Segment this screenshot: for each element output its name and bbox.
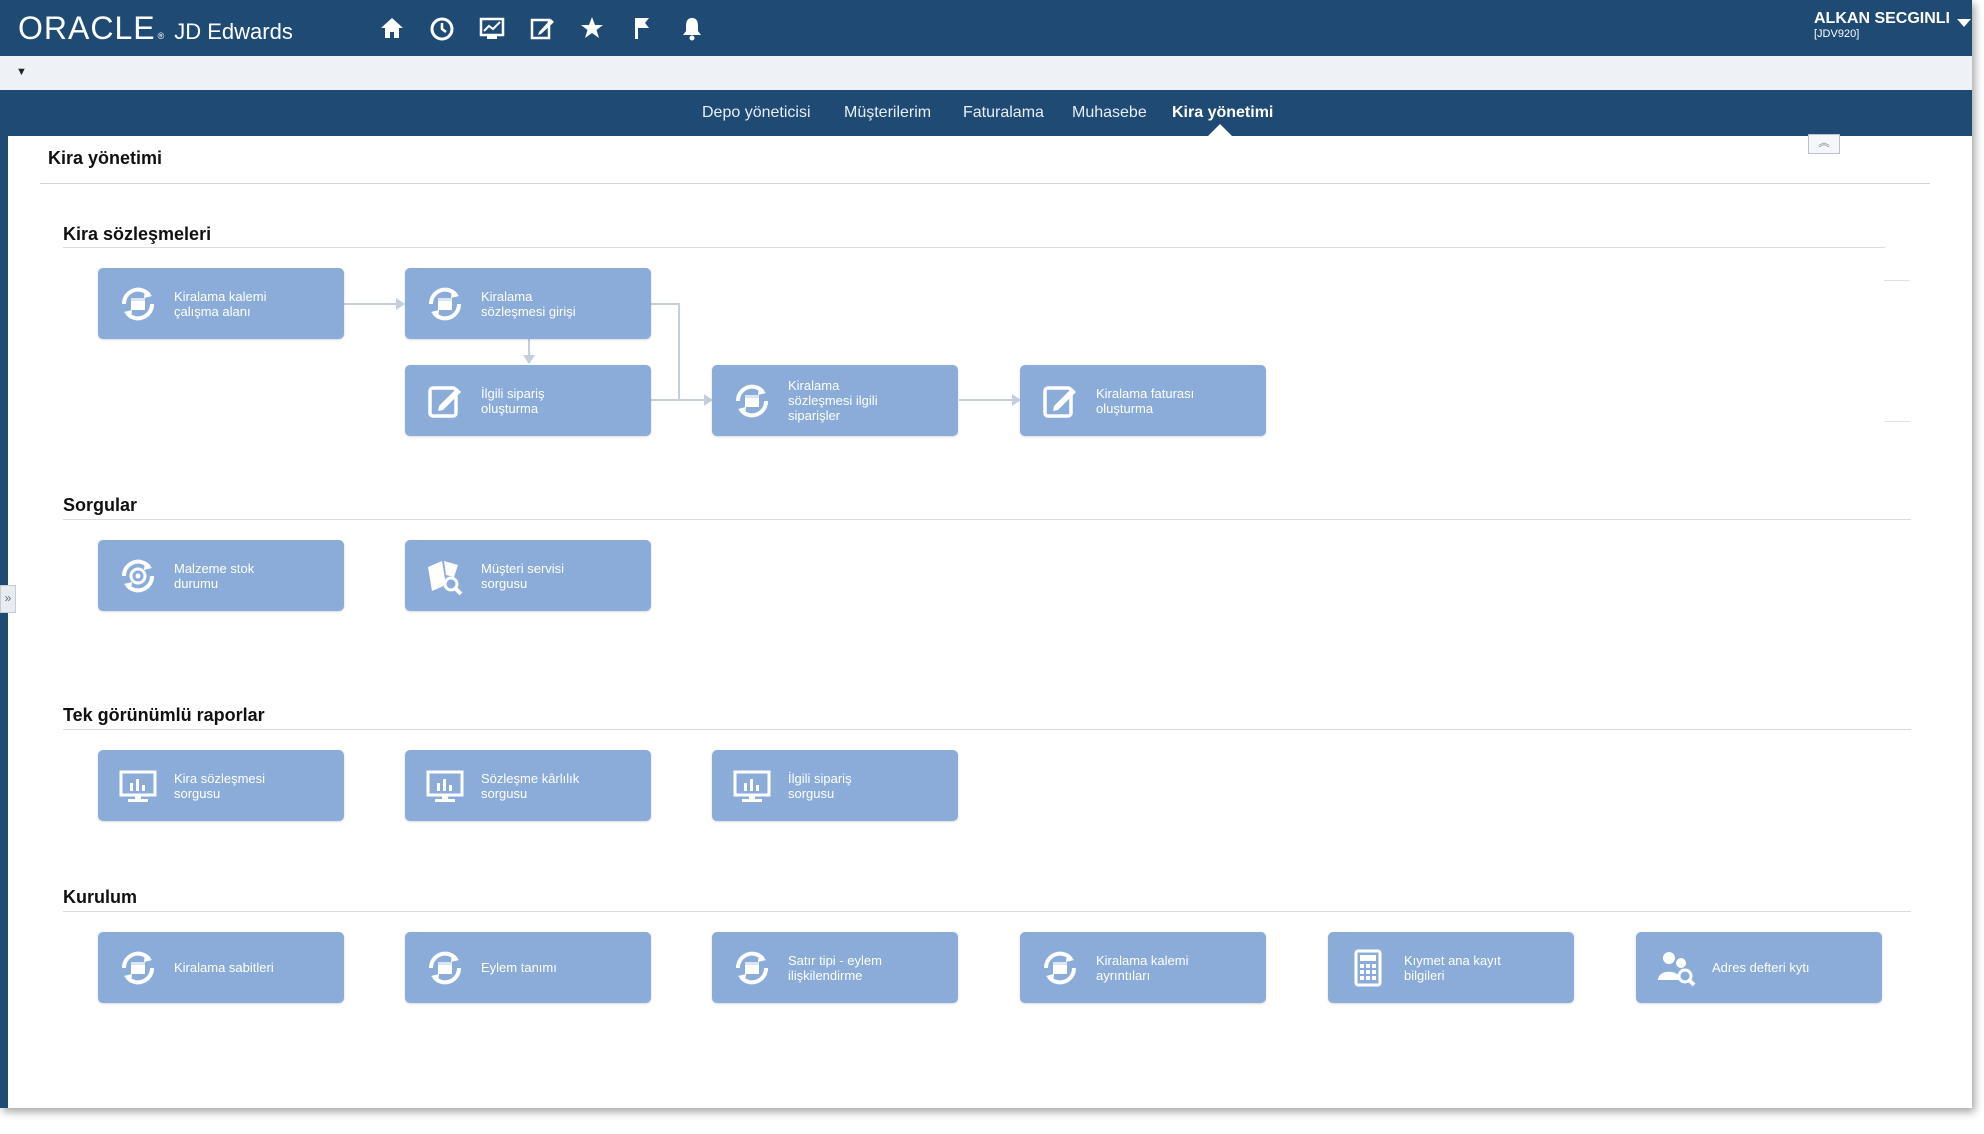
divider-tick [1884, 421, 1910, 422]
sub-toolbar: ▼ [0, 56, 1972, 91]
home-icon[interactable] [378, 14, 406, 42]
expand-panel-handle[interactable]: » [0, 585, 16, 613]
tile-label: Malzeme stok durumu [174, 560, 255, 591]
bell-icon[interactable] [678, 14, 706, 42]
refresh-calendar-icon [1038, 946, 1082, 990]
chevron-down-icon [1957, 19, 1971, 27]
flow-connector [678, 303, 680, 400]
springboard-tabs: Depo yöneticisi Müşterilerim Faturalama … [0, 90, 1972, 136]
flow-arrow [396, 298, 405, 310]
user-menu[interactable]: ALKAN SECGINLI [JDV920] [1814, 10, 1971, 40]
tile-label: İlgili sipariş sorgusu [788, 770, 852, 801]
tab-muhasebe[interactable]: Muhasebe [1072, 104, 1147, 122]
refresh-calendar-icon [730, 946, 774, 990]
stock-target-icon [116, 554, 160, 598]
refresh-calendar-icon [730, 379, 774, 423]
app-window: ORACLE ® JD Edwards ALKAN SECGINLI [JDV9… [0, 0, 1972, 1108]
title-divider [40, 183, 1930, 184]
monitor-chart-icon [423, 764, 467, 808]
monitor-chart-icon [730, 764, 774, 808]
divider-tick [1884, 280, 1910, 281]
tile-kira-sozlesmesi-sorgusu[interactable]: Kira sözleşmesi sorgusu [98, 750, 344, 821]
people-search-icon [1654, 946, 1698, 990]
edit-form-icon [1038, 379, 1082, 423]
tile-musteri-servisi-sorgusu[interactable]: Müşteri servisi sorgusu [405, 540, 651, 611]
tab-faturalama[interactable]: Faturalama [963, 104, 1044, 122]
tile-ilgili-siparis-olusturma[interactable]: İlgili sipariş oluşturma [405, 365, 651, 436]
tile-label: Eylem tanımı [481, 960, 557, 975]
section-title-contracts: Kira sözleşmeleri [63, 224, 212, 244]
calculator-icon [1346, 946, 1390, 990]
section-title-reports: Tek görünümlü raporlar [63, 705, 265, 725]
tile-label: Kiralama kalemi ayrıntıları [1096, 952, 1189, 983]
favorite-star-icon[interactable] [578, 14, 606, 42]
tile-malzeme-stok-durumu[interactable]: Malzeme stok durumu [98, 540, 344, 611]
tile-label: Adres defteri kytı [1712, 960, 1810, 975]
section-divider [63, 247, 1885, 248]
tile-label: Kira sözleşmesi sorgusu [174, 770, 266, 801]
tile-label: Kiralama kalemi çalışma alanı [174, 288, 267, 319]
tile-label: Kiralama faturası oluşturma [1096, 385, 1195, 416]
tile-label: İlgili sipariş oluşturma [481, 385, 545, 416]
tile-kiralama-sabitleri[interactable]: Kiralama sabitleri [98, 932, 344, 1003]
edit-form-icon [423, 379, 467, 423]
section-title-queries: Sorgular [63, 495, 138, 515]
section-divider [63, 519, 1911, 520]
monitor-chart-icon [116, 764, 160, 808]
user-name: ALKAN SECGINLI [1814, 10, 1950, 27]
flow-arrow [523, 355, 535, 364]
tile-kiymet-ana-kayit-bilgileri[interactable]: Kıymet ana kayıt bilgileri [1328, 932, 1574, 1003]
collapse-up-button[interactable]: ︽ [1808, 134, 1840, 154]
tab-depo-yoneticisi[interactable]: Depo yöneticisi [702, 104, 811, 122]
tab-kira-yonetimi[interactable]: Kira yönetimi [1172, 104, 1273, 122]
active-tab-pointer [1208, 124, 1232, 136]
service-search-icon [423, 554, 467, 598]
tile-label: Kiralama sabitleri [174, 960, 274, 975]
tile-sozlesme-karlilik-sorgusu[interactable]: Sözleşme kârlılık sorgusu [405, 750, 651, 821]
registered-mark: ® [157, 31, 165, 41]
tile-label: Satır tipi - eylem ilişkilendirme [788, 952, 882, 983]
flow-connector [651, 399, 706, 401]
section-title-setup: Kurulum [63, 887, 137, 907]
refresh-calendar-icon [423, 946, 467, 990]
flow-connector [651, 303, 680, 305]
edit-icon[interactable] [528, 14, 556, 42]
tile-label: Kıymet ana kayıt bilgileri [1404, 952, 1501, 983]
dropdown-caret-icon[interactable]: ▼ [16, 66, 27, 78]
user-environment: [JDV920] [1814, 28, 1860, 40]
refresh-calendar-icon [116, 282, 160, 326]
tile-satir-tipi-eylem-iliskilendirme[interactable]: Satır tipi - eylem ilişkilendirme [712, 932, 958, 1003]
refresh-calendar-icon [116, 946, 160, 990]
tile-ilgili-siparis-sorgusu[interactable]: İlgili sipariş sorgusu [712, 750, 958, 821]
tile-label: Kiralama sözleşmesi girişi [481, 288, 576, 319]
refresh-calendar-icon [423, 282, 467, 326]
flag-icon[interactable] [628, 14, 656, 42]
tile-kiralama-faturasi-olusturma[interactable]: Kiralama faturası oluşturma [1020, 365, 1266, 436]
tile-adres-defteri-kyti[interactable]: Adres defteri kytı [1636, 932, 1882, 1003]
left-edge-strip [0, 136, 8, 1108]
product-name: JD Edwards [174, 19, 293, 44]
tile-label: Sözleşme kârlılık sorgusu [481, 770, 580, 801]
oracle-jde-logo[interactable]: ORACLE ® JD Edwards [18, 10, 293, 47]
tile-kiralama-sozlesmesi-ilgili-siparisler[interactable]: Kiralama sözleşmesi ilgili siparişler [712, 365, 958, 436]
chart-icon[interactable] [478, 14, 506, 42]
section-divider [63, 729, 1911, 730]
tile-kiralama-kalemi-calisma-alani[interactable]: Kiralama kalemi çalışma alanı [98, 268, 344, 339]
tile-kiralama-sozlesmesi-girisi[interactable]: Kiralama sözleşmesi girişi [405, 268, 651, 339]
tile-label: Müşteri servisi sorgusu [481, 560, 565, 591]
recent-icon[interactable] [428, 14, 456, 42]
tab-musterilerim[interactable]: Müşterilerim [844, 104, 931, 122]
tile-eylem-tanimi[interactable]: Eylem tanımı [405, 932, 651, 1003]
tile-kiralama-kalemi-ayrintilari[interactable]: Kiralama kalemi ayrıntıları [1020, 932, 1266, 1003]
flow-connector [959, 399, 1015, 401]
top-header: ORACLE ® JD Edwards ALKAN SECGINLI [JDV9… [0, 0, 1972, 56]
brand-name: ORACLE [18, 10, 156, 46]
flow-connector [344, 303, 400, 305]
tile-label: Kiralama sözleşmesi ilgili siparişler [788, 378, 878, 423]
section-divider [63, 911, 1911, 912]
page-title: Kira yönetimi [48, 148, 163, 168]
